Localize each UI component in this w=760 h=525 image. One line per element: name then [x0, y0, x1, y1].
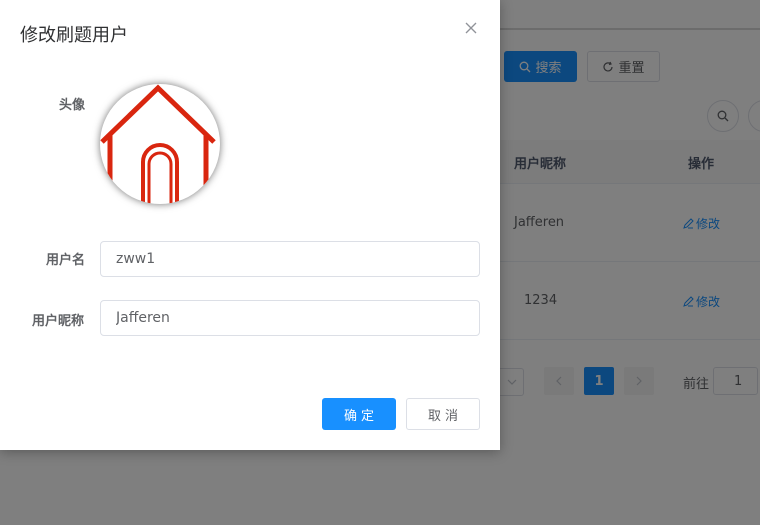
avatar-upload[interactable]	[100, 84, 220, 204]
cancel-button[interactable]: 取消	[406, 398, 480, 430]
confirm-button[interactable]: 确定	[322, 398, 396, 430]
nickname-label: 用户昵称	[32, 314, 85, 329]
close-icon	[465, 22, 477, 34]
username-input[interactable]	[100, 241, 480, 277]
close-button[interactable]	[463, 20, 479, 36]
nickname-input[interactable]	[100, 300, 480, 336]
edit-user-dialog: 修改刷题用户 头像 用户名 用户昵称 确定 取消	[0, 0, 500, 450]
username-label: 用户名	[46, 253, 86, 268]
avatar-label: 头像	[59, 98, 86, 113]
house-icon	[100, 84, 216, 204]
dialog-title: 修改刷题用户	[20, 25, 128, 46]
